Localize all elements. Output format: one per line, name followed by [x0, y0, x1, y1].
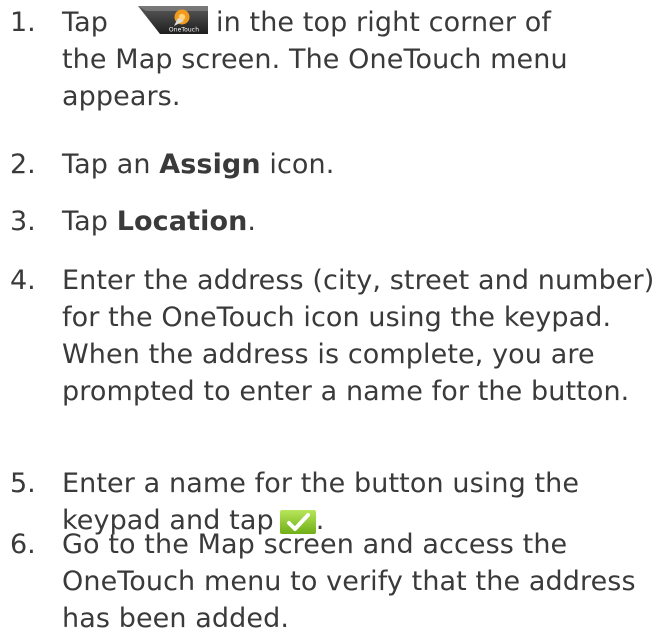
- step-text: Tap an Assign icon.: [62, 146, 662, 183]
- step-text-suffix: icon.: [260, 149, 335, 180]
- step-number: 5.: [10, 468, 36, 499]
- step-line: Tap OneTouch in the top right corner of: [62, 4, 662, 41]
- step-number: 4.: [10, 265, 36, 296]
- onetouch-icon-label: OneTouch: [169, 27, 199, 34]
- step-number: 6.: [10, 529, 36, 560]
- step-text: Tap OneTouch in the top right corner of …: [62, 4, 662, 115]
- step-text-prefix: Tap: [62, 7, 109, 38]
- step-text-prefix: Tap an: [62, 149, 160, 180]
- onetouch-icon: OneTouch: [138, 6, 209, 34]
- instructions-page: 1. Tap OneTouch in the top right corner …: [0, 0, 664, 644]
- step-text-rest: the Map screen. The OneTouch menu appear…: [62, 44, 568, 112]
- step-number: 2.: [10, 149, 36, 180]
- step-text-suffix: .: [247, 206, 257, 237]
- step-text: Go to the Map screen and access the OneT…: [62, 529, 636, 634]
- step-text-suffix: in the top right corner of: [216, 7, 551, 38]
- step-number: 1.: [10, 7, 36, 38]
- step-text-prefix: Tap: [62, 206, 117, 237]
- step-text: Tap Location.: [62, 203, 662, 240]
- step-text: Enter the address (city, street and numb…: [62, 265, 655, 407]
- location-keyword: Location: [116, 206, 248, 237]
- assign-keyword: Assign: [159, 149, 261, 180]
- step-number: 3.: [10, 206, 36, 237]
